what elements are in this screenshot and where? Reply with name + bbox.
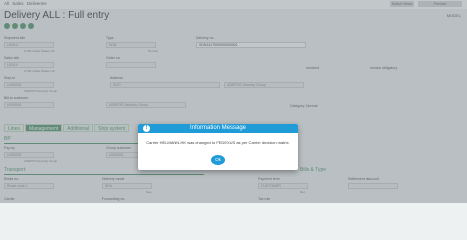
- dialog-title: Information Message: [189, 125, 247, 131]
- dialog-message: Carrier HELMANN-HK was changed to FEDEXU…: [146, 140, 290, 145]
- modal-overlay: [0, 0, 467, 203]
- information-dialog: ! Information Message Carrier HELMANN-HK…: [138, 124, 298, 170]
- ok-button[interactable]: Ok: [211, 155, 225, 165]
- dialog-header: ! Information Message: [138, 124, 298, 133]
